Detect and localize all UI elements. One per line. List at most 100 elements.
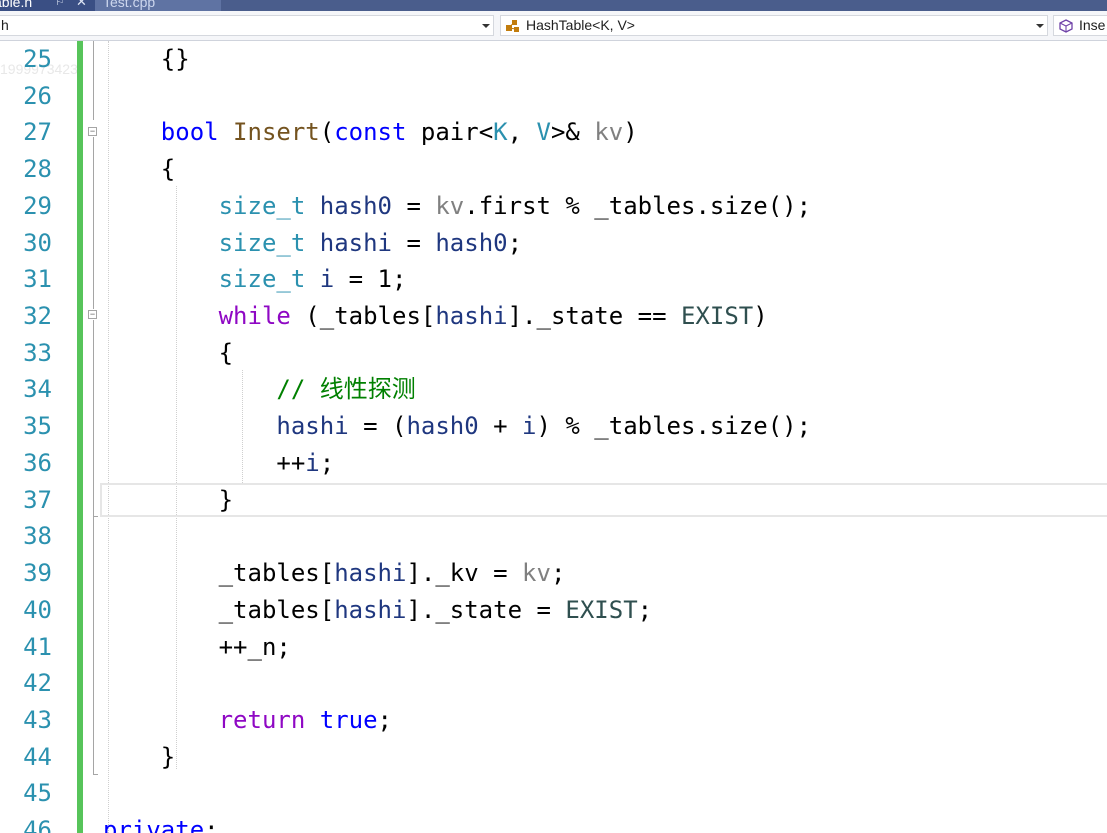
code-token: hash0 xyxy=(319,191,392,220)
tab-hashtable-h[interactable]: able.h ⚐ ✕ xyxy=(0,0,95,11)
code-token: V xyxy=(536,118,551,147)
code-token: _tables[ xyxy=(103,559,335,588)
code-line[interactable]: } xyxy=(103,739,175,776)
code-line[interactable]: private: xyxy=(103,812,219,833)
collapse-while-icon[interactable]: − xyxy=(88,310,97,319)
code-token: hashi xyxy=(334,595,407,624)
code-token: , xyxy=(507,118,537,147)
chevron-down-icon[interactable] xyxy=(1036,24,1044,28)
outline-line xyxy=(93,517,94,774)
code-token: .first % _tables.size(); xyxy=(464,191,812,220)
code-token: ; xyxy=(319,448,335,477)
code-token: private xyxy=(103,816,205,833)
code-line[interactable]: } xyxy=(103,482,233,519)
tab-test-cpp[interactable]: Test.cpp xyxy=(95,0,221,11)
code-line[interactable]: size_t hash0 = kv.first % _tables.size()… xyxy=(103,188,811,225)
code-line[interactable]: { xyxy=(103,151,175,188)
code-token: } xyxy=(103,485,234,514)
code-line[interactable]: // 线性探测 xyxy=(103,371,415,408)
code-token: ++_n; xyxy=(103,632,291,661)
line-number: 26 xyxy=(23,81,52,110)
code-token: } xyxy=(103,742,176,771)
line-number: 38 xyxy=(23,522,52,551)
code-token: + xyxy=(478,412,523,441)
code-token: ]._state == xyxy=(507,302,681,331)
code-line[interactable]: ++i; xyxy=(103,445,334,482)
code-line[interactable]: _tables[hashi]._kv = kv; xyxy=(103,555,566,592)
code-token: i xyxy=(319,265,335,294)
code-token: ) % _tables.size(); xyxy=(536,412,812,441)
class-icon xyxy=(506,20,519,32)
code-token: // xyxy=(276,375,320,404)
line-number: 30 xyxy=(23,228,52,257)
code-line[interactable]: _tables[hashi]._state = EXIST; xyxy=(103,592,653,629)
code-token: return xyxy=(218,705,306,734)
document-tab-strip: able.h ⚐ ✕ Test.cpp xyxy=(0,0,1107,11)
code-token: ( xyxy=(319,118,335,147)
code-line[interactable]: bool Insert(const pair<K, V>& kv) xyxy=(103,114,638,151)
code-line[interactable]: hashi = (hash0 + i) % _tables.size(); xyxy=(103,408,811,445)
line-number: 31 xyxy=(23,265,52,294)
code-token: hashi xyxy=(319,228,392,257)
code-token: = xyxy=(392,191,436,220)
code-token: ++ xyxy=(103,448,306,477)
code-token: Insert xyxy=(233,118,320,147)
chevron-down-icon[interactable] xyxy=(482,24,490,28)
code-token: ]._state = xyxy=(406,595,566,624)
code-line[interactable]: size_t hashi = hash0; xyxy=(103,225,522,262)
line-number: 29 xyxy=(23,191,52,220)
close-icon[interactable]: ✕ xyxy=(76,0,87,11)
code-line[interactable]: ++_n; xyxy=(103,629,291,666)
line-number: 46 xyxy=(23,816,52,833)
code-token: : xyxy=(204,816,219,833)
line-number: 43 xyxy=(23,705,52,734)
code-token: EXIST xyxy=(565,595,638,624)
line-number: 33 xyxy=(23,338,52,367)
class-dropdown[interactable]: HashTable<K, V> xyxy=(500,15,1048,36)
code-token: ; xyxy=(550,559,566,588)
outline-end xyxy=(93,774,98,775)
code-token: while xyxy=(218,302,291,331)
line-number: 25 xyxy=(23,45,52,73)
code-token: kv xyxy=(435,191,465,220)
code-token: i xyxy=(522,412,537,441)
code-token: i xyxy=(305,448,320,477)
code-token: size_t xyxy=(218,228,306,257)
member-dropdown[interactable]: Inse xyxy=(1053,15,1107,36)
line-number: 35 xyxy=(23,412,52,441)
code-token: ) xyxy=(623,118,638,147)
code-line[interactable]: return true; xyxy=(103,702,392,739)
line-number: 37 xyxy=(23,485,52,514)
collapse-insert-icon[interactable]: − xyxy=(88,127,97,136)
line-number: 45 xyxy=(23,779,52,808)
code-token: K xyxy=(493,118,508,147)
scope-dropdown[interactable]: h xyxy=(0,15,494,36)
code-editor[interactable]: 1999973423 25 26 27 28 29 30 31 32 33 34 35 36 37 38 3… xyxy=(0,41,1107,833)
scope-dropdown-value: h xyxy=(1,17,9,33)
code-line[interactable]: { xyxy=(103,335,233,372)
code-token: kv xyxy=(594,118,624,147)
method-icon xyxy=(1059,19,1073,33)
pin-icon[interactable]: ⚐ xyxy=(55,0,65,11)
code-line[interactable]: while (_tables[hashi]._state == EXIST) xyxy=(103,298,768,335)
code-line[interactable]: size_t i = 1; xyxy=(103,261,407,298)
code-token: {} xyxy=(103,45,190,73)
line-number: 41 xyxy=(23,632,52,661)
code-token: ; xyxy=(637,595,653,624)
line-number: 36 xyxy=(23,448,52,477)
code-token: bool xyxy=(160,118,219,147)
line-number-gutter: 25 26 27 28 29 30 31 32 33 34 35 36 37 38 39 40 41 42 43 44… xyxy=(0,41,68,833)
line-number: 40 xyxy=(23,595,52,624)
outline-line xyxy=(93,137,94,309)
code-token: hash0 xyxy=(406,412,479,441)
code-line[interactable]: {} xyxy=(103,41,190,78)
code-token: kv xyxy=(522,559,551,588)
